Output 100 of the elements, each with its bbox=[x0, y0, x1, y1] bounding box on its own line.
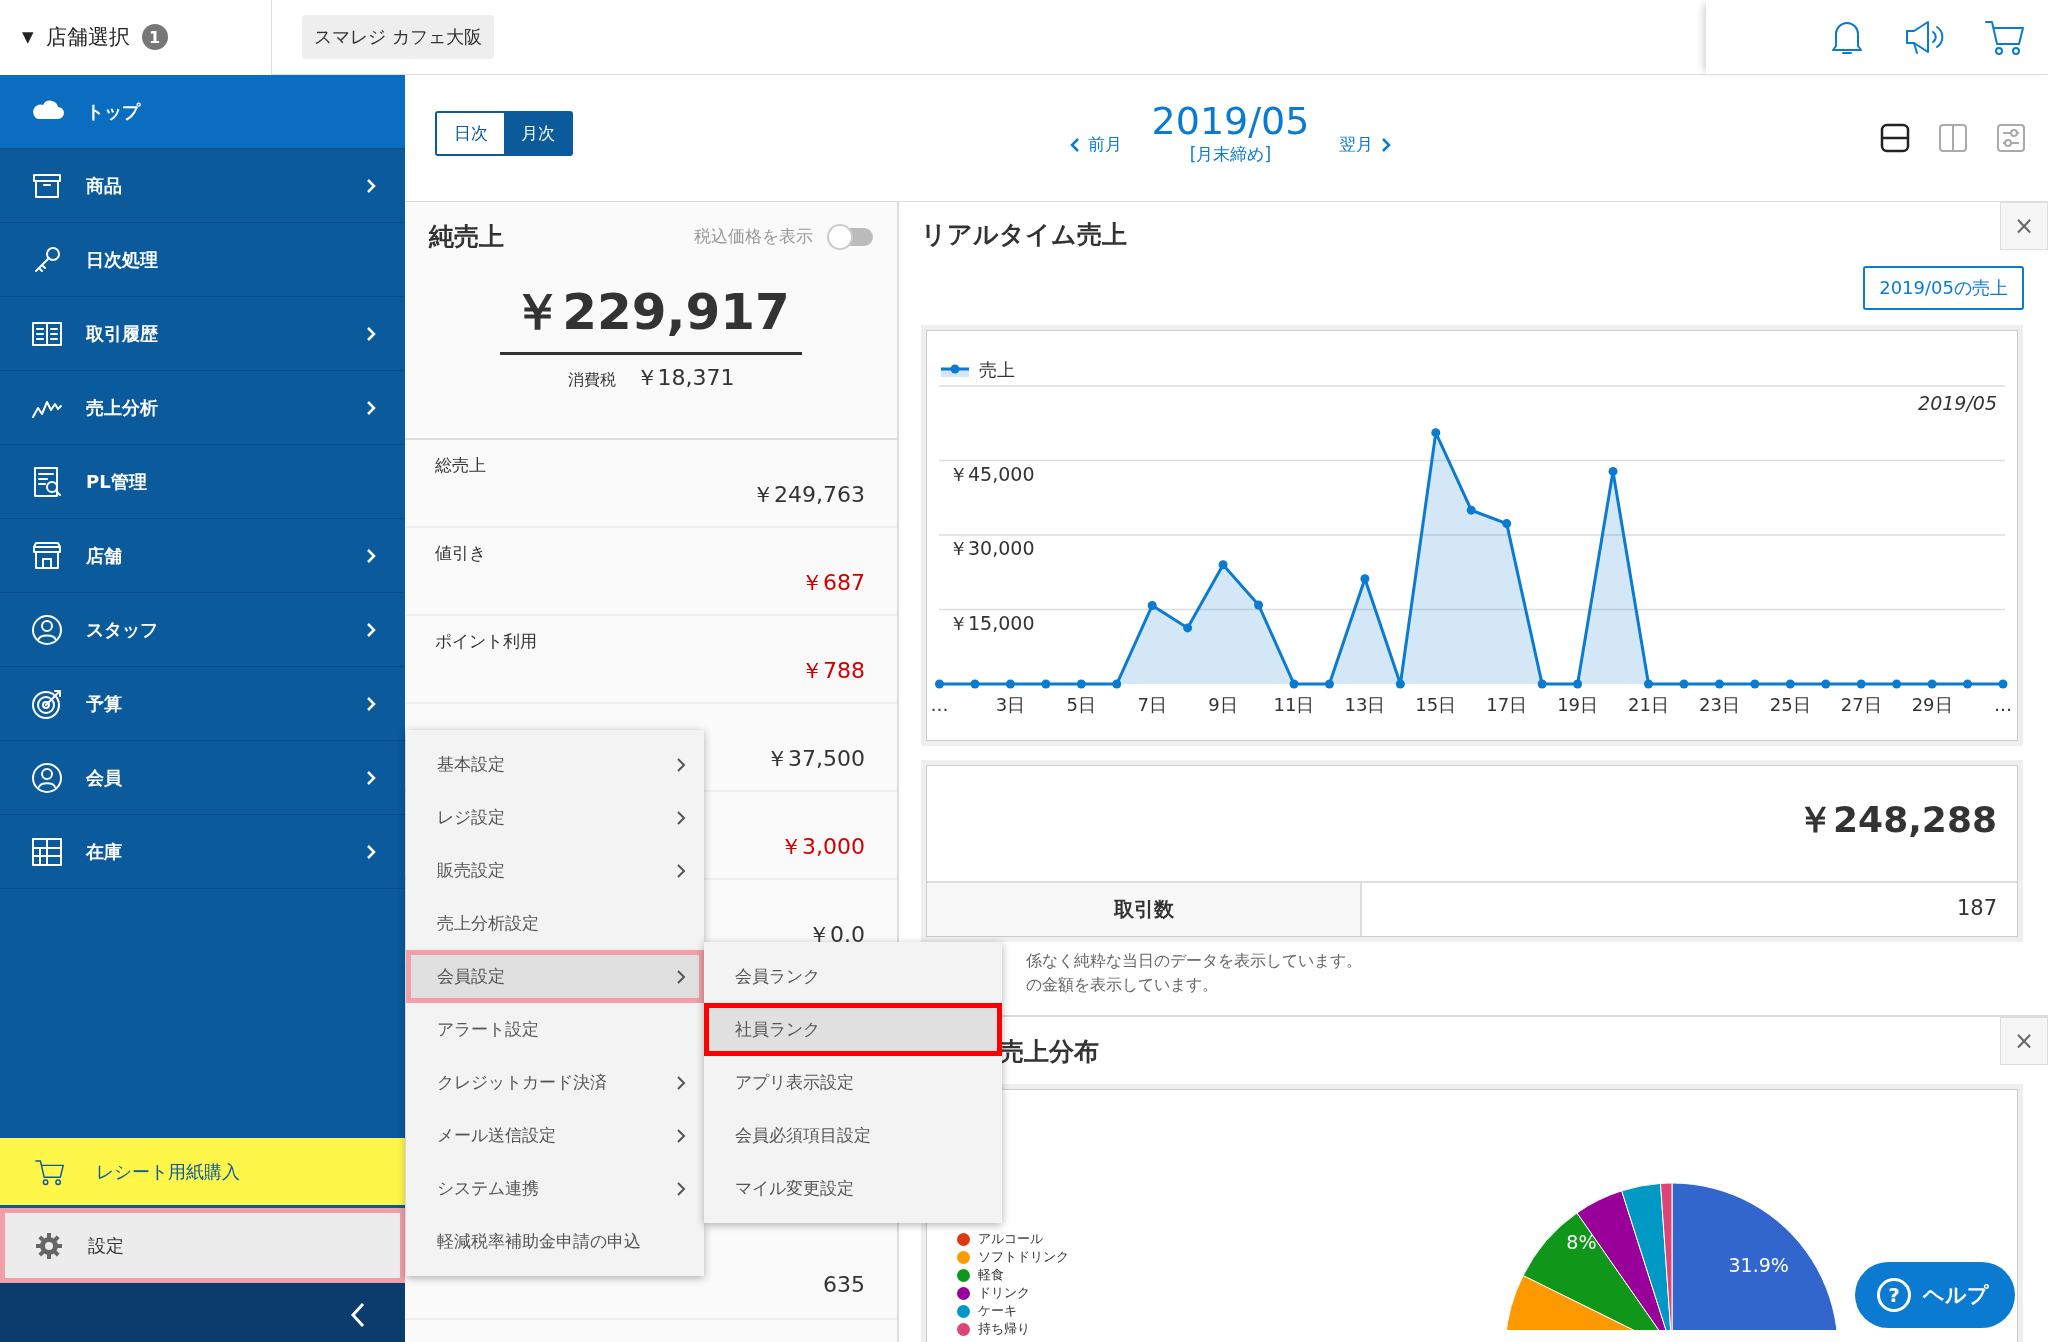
toggle-label: 税込価格を表示 bbox=[694, 225, 813, 248]
menu-item[interactable]: メール送信設定 bbox=[406, 1109, 704, 1162]
receipt-paper-button[interactable]: レシート用紙購入 bbox=[0, 1138, 405, 1205]
menu-item[interactable]: 社員ランク bbox=[704, 1003, 1002, 1056]
axis-label: 23日 bbox=[1698, 694, 1740, 715]
table-cell-text: 187 bbox=[1955, 895, 1998, 922]
count-badge: 1 bbox=[141, 24, 168, 50]
caret-icon: ▼ bbox=[22, 28, 34, 46]
legend-label: ソフトドリンク bbox=[978, 1248, 1069, 1266]
legend-label: ケーキ bbox=[978, 1302, 1017, 1320]
data-point bbox=[1041, 679, 1051, 689]
period-sales-button[interactable]: 2019/05の売上 bbox=[1863, 266, 2024, 310]
data-point bbox=[1502, 519, 1512, 529]
cart-icon bbox=[34, 1157, 66, 1186]
amount-value: ￥37,500 bbox=[766, 745, 865, 773]
help-button[interactable]: ? ヘルプ bbox=[1855, 1262, 2015, 1328]
menu-item[interactable]: アプリ表示設定 bbox=[704, 1056, 1002, 1109]
close-button[interactable]: × bbox=[2000, 1017, 2048, 1065]
axis-label: ￥45,000 bbox=[949, 462, 1035, 485]
rows-layout-icon[interactable] bbox=[1880, 123, 1910, 153]
data-point bbox=[1750, 679, 1760, 689]
previous-month-link[interactable]: 前月 bbox=[1069, 133, 1122, 156]
axis-label: 7日 bbox=[1137, 694, 1167, 715]
note-text: 係なく純粋な当日のデータを表示しています。 bbox=[1026, 950, 1363, 972]
data-point bbox=[1431, 428, 1441, 438]
period-title: 2019/05 bbox=[1151, 99, 1310, 143]
data-point bbox=[1147, 601, 1157, 611]
axis-label: 25日 bbox=[1769, 694, 1811, 715]
collapse-icon[interactable] bbox=[349, 1301, 367, 1329]
data-point bbox=[1892, 679, 1902, 689]
legend-line-icon bbox=[941, 364, 969, 377]
amount-value: 635 bbox=[823, 1272, 865, 1297]
amount-value: ￥0.0 bbox=[808, 921, 865, 949]
chevron-right-icon bbox=[1381, 136, 1392, 153]
data-point bbox=[1183, 623, 1193, 633]
data-point bbox=[1218, 560, 1228, 570]
menu-item[interactable]: 軽減税率補助金申請の申込 bbox=[406, 1215, 704, 1268]
axis-label: 9日 bbox=[1208, 694, 1238, 715]
menu-item[interactable]: 会員ランク bbox=[704, 950, 1002, 1003]
chevron-left-icon bbox=[1069, 136, 1080, 153]
sidebar-item[interactable]: トップ bbox=[0, 75, 405, 149]
store-selector[interactable]: ▼ 店舗選択 1 bbox=[0, 0, 272, 75]
close-button[interactable]: × bbox=[2000, 202, 2048, 250]
data-point bbox=[1360, 574, 1370, 584]
axis-label: 27日 bbox=[1840, 694, 1882, 715]
data-point bbox=[1679, 679, 1689, 689]
legend-label: ドリンク bbox=[978, 1284, 1030, 1302]
sliders-icon[interactable] bbox=[1996, 123, 2026, 153]
data-point bbox=[1466, 505, 1476, 515]
axis-label: 5日 bbox=[1066, 694, 1097, 715]
data-point bbox=[1644, 679, 1653, 689]
store-name: スマレジ カフェ大阪 bbox=[302, 15, 494, 59]
data-point bbox=[1573, 679, 1583, 689]
data-point bbox=[1537, 679, 1547, 689]
closing-label: [月末締め] bbox=[1189, 143, 1272, 166]
settings-button[interactable]: 設定 bbox=[0, 1208, 405, 1283]
amount-value: ￥3,000 bbox=[780, 833, 865, 861]
next-month-link[interactable]: 翌月 bbox=[1339, 133, 1392, 156]
data-point bbox=[1395, 679, 1405, 689]
chart-title: 2019/05 bbox=[1918, 392, 1997, 414]
data-point bbox=[1785, 679, 1795, 689]
panel-title: 純売上 bbox=[429, 221, 505, 253]
data-point bbox=[1289, 679, 1299, 689]
menu-item[interactable]: クレジットカード決済 bbox=[406, 1056, 704, 1109]
menu-item[interactable]: レジ設定 bbox=[406, 791, 704, 844]
axis-label: 21日 bbox=[1628, 694, 1669, 715]
axis-label: 3日 bbox=[995, 694, 1026, 715]
legend-label: 売上 bbox=[979, 359, 1015, 380]
data-point bbox=[1608, 466, 1618, 476]
note-text: の金額を表示しています。 bbox=[1026, 974, 1219, 996]
data-point bbox=[935, 679, 944, 689]
data-point bbox=[1112, 679, 1122, 689]
amount-value: ￥687 bbox=[801, 569, 865, 597]
menu-item[interactable]: 販売設定 bbox=[406, 844, 704, 897]
amount-value: ￥788 bbox=[801, 657, 865, 685]
data-point bbox=[1963, 679, 1973, 689]
columns-layout-icon[interactable] bbox=[1938, 123, 1968, 153]
row-label: ポイント利用 bbox=[435, 630, 538, 653]
megaphone-icon bbox=[1904, 18, 1946, 56]
row-label: 総売上 bbox=[435, 454, 487, 477]
menu-item[interactable]: システム連携 bbox=[406, 1162, 704, 1215]
data-point bbox=[1856, 679, 1866, 689]
amount-value: ￥249,763 bbox=[752, 481, 865, 509]
menu-item[interactable]: 基本設定 bbox=[406, 738, 704, 791]
mode-tab[interactable]: 月次 bbox=[504, 113, 571, 154]
axis-label: 29日 bbox=[1911, 694, 1953, 715]
person-icon bbox=[30, 612, 64, 647]
panel-title: リアルタイム売上 bbox=[921, 219, 1128, 251]
data-point bbox=[1324, 679, 1334, 689]
menu-item[interactable]: 会員必須項目設定 bbox=[704, 1109, 1002, 1162]
data-point bbox=[1714, 679, 1724, 689]
menu-item[interactable]: 売上分析設定 bbox=[406, 897, 704, 950]
slice-label: 8% bbox=[1566, 1231, 1597, 1254]
menu-item[interactable]: マイル変更設定 bbox=[704, 1162, 1002, 1215]
menu-item[interactable]: アラート設定 bbox=[406, 1003, 704, 1056]
menu-item[interactable]: 会員設定 bbox=[406, 950, 704, 1003]
member-icon bbox=[30, 760, 64, 795]
data-point bbox=[970, 679, 980, 689]
data-point bbox=[1254, 600, 1264, 610]
axis-label: ￥15,000 bbox=[949, 611, 1035, 634]
